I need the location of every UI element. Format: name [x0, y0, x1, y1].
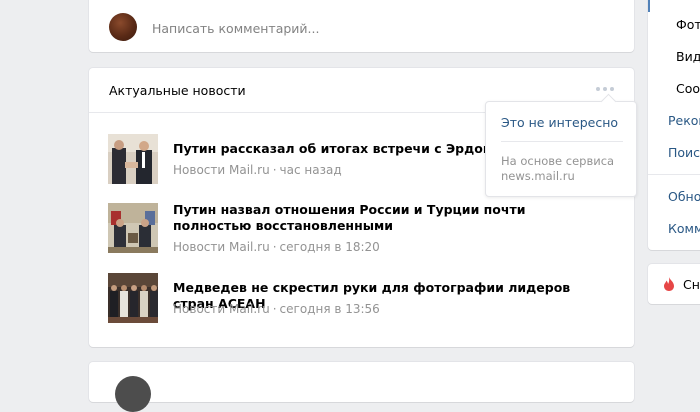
meta-separator: · [272, 302, 277, 316]
sidebar-item-recommendations[interactable]: Реком [668, 113, 700, 128]
not-interested-option[interactable]: Это не интересно [501, 115, 618, 130]
news-item-title[interactable]: Путин назвал отношения России и Турции п… [173, 202, 603, 234]
news-item[interactable]: Медведев не скрестил руки для фотографии… [108, 273, 608, 323]
comment-input[interactable]: Написать комментарий... [152, 21, 319, 36]
news-item-meta: Новости Mail.ru · сегодня в 18:20 [173, 240, 380, 254]
news-thumbnail[interactable] [108, 203, 158, 253]
news-item-meta: Новости Mail.ru · сегодня в 13:56 [173, 302, 380, 316]
news-block-title: Актуальные новости [109, 83, 246, 98]
news-options-dropdown: Это не интересно На основе сервиса news.… [485, 101, 637, 197]
sidebar-share-label[interactable]: Сна [683, 277, 700, 292]
comment-card: Написать комментарий... [89, 0, 634, 52]
news-item-meta: Новости Mail.ru · час назад [173, 163, 342, 177]
avatar[interactable] [109, 13, 137, 41]
source-note: На основе сервиса news.mail.ru [501, 154, 615, 183]
news-source[interactable]: Новости Mail.ru [173, 240, 270, 254]
more-dots-icon[interactable] [596, 85, 616, 93]
next-post-card [89, 362, 634, 412]
sidebar-menu: Фот Вид Сооб Реком Поиск Обно Комм [648, 0, 700, 250]
fire-icon [664, 277, 674, 291]
news-thumbnail[interactable] [108, 134, 158, 184]
news-thumbnail[interactable] [108, 273, 158, 323]
sidebar-item-updates[interactable]: Обно [668, 189, 700, 204]
sidebar-item-photos[interactable]: Фот [676, 17, 700, 32]
active-indicator [648, 0, 650, 12]
sidebar-item-videos[interactable]: Вид [676, 49, 700, 64]
sidebar-divider [648, 174, 700, 175]
sidebar-item-search[interactable]: Поиск [668, 145, 700, 160]
sidebar-item-communities[interactable]: Сооб [676, 81, 700, 96]
news-time: сегодня в 13:56 [279, 302, 380, 316]
meta-separator: · [272, 163, 277, 177]
avatar[interactable] [115, 376, 151, 412]
news-time: час назад [279, 163, 342, 177]
news-source[interactable]: Новости Mail.ru [173, 302, 270, 316]
dropdown-divider [501, 141, 623, 142]
sidebar-item-comments[interactable]: Комм [668, 221, 700, 236]
sidebar-share-card[interactable]: Сна [648, 264, 700, 304]
news-item[interactable]: Путин назвал отношения России и Турции п… [108, 202, 608, 254]
news-source[interactable]: Новости Mail.ru [173, 163, 270, 177]
news-time: сегодня в 18:20 [279, 240, 380, 254]
meta-separator: · [272, 240, 277, 254]
